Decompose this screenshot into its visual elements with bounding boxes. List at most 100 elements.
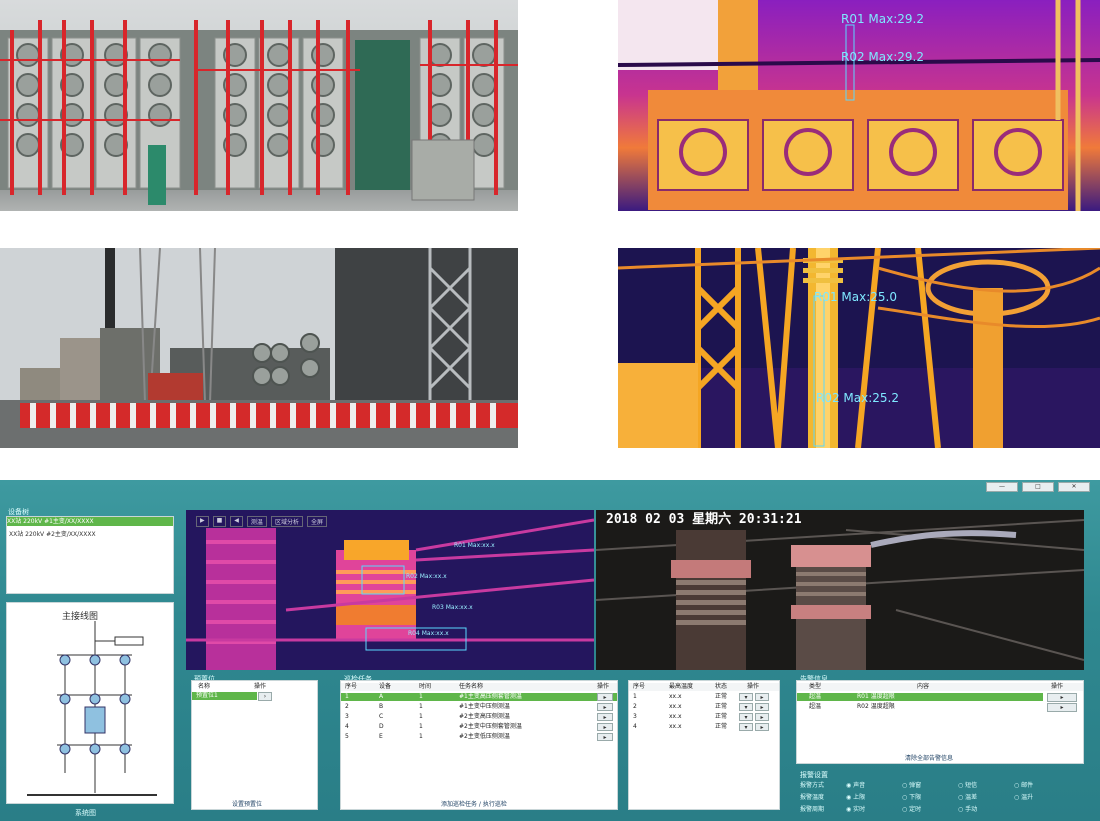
task-row[interactable]: 4 D 1 #2主变中压侧套管测温 ▸: [341, 723, 617, 731]
window-controls: — □ ✕: [986, 482, 1090, 492]
temp-cell-s: 正常: [715, 723, 728, 730]
preset-row-1[interactable]: 预置位1: [192, 692, 257, 700]
settings-radio-label: 弹窗: [909, 782, 922, 789]
settings-panel-title: 报警设置: [800, 771, 828, 779]
thermal-view-label-r04: R04 Max:xx.x: [408, 630, 449, 637]
settings-radio-option[interactable]: ○ 邮件: [1014, 780, 1033, 789]
temp-up-button[interactable]: ▸: [755, 703, 769, 711]
thermal-toolbar: ▶ ■ ◀ 测温 区域分析 全屏: [196, 516, 327, 527]
task-row[interactable]: 5 E 1 #2主变低压侧测温 ▸: [341, 733, 617, 741]
temp-up-button[interactable]: ▸: [755, 723, 769, 731]
task-run-button[interactable]: ▸: [597, 723, 613, 731]
alarm-confirm-button[interactable]: ▸: [1047, 693, 1077, 702]
alarm-panel: 类型 内容 操作 超温 R01 温度超限 ▸ 超温 R02 温度超限 ▸ 清除全部告警信息: [796, 680, 1084, 764]
settings-radio-option[interactable]: ○ 温升: [1014, 792, 1033, 801]
settings-radio-label: 手动: [965, 806, 978, 813]
temp-cell-n: 2: [633, 703, 637, 710]
settings-radio-option[interactable]: ○ 下限: [902, 792, 921, 801]
alarm-cell-text: R02 温度超限: [857, 703, 895, 710]
temp-up-button[interactable]: ▸: [755, 713, 769, 721]
temp-row[interactable]: 1 xx.x 正常 ▾ ▸: [629, 693, 779, 701]
stop-button[interactable]: ■: [212, 516, 227, 527]
settings-row-label: 报警方式: [800, 782, 825, 789]
alarm-confirm-button[interactable]: ▸: [1047, 703, 1077, 712]
alarm-footer[interactable]: 清除全部告警信息: [905, 753, 953, 762]
fullscreen-button[interactable]: 全屏: [306, 516, 327, 527]
task-run-button[interactable]: ▸: [597, 733, 613, 741]
thermal-label-r01-bushing: R01 Max:25.0: [814, 290, 897, 304]
thermal-video-frame: [186, 510, 594, 670]
preset-footer[interactable]: 设置预置位: [232, 799, 262, 808]
settings-radio-label: 实时: [853, 806, 866, 813]
settings-radio-option[interactable]: ○ 定时: [902, 804, 921, 813]
preset-panel: 名称 操作 预置位1 › 设置预置位: [191, 680, 318, 810]
task-run-button[interactable]: ▸: [597, 703, 613, 711]
thermal-image-transformer-graphic: [618, 0, 1100, 211]
back-button[interactable]: ◀: [230, 516, 243, 527]
close-button[interactable]: ✕: [1058, 482, 1090, 492]
alarm-header-content: 内容: [917, 683, 930, 690]
maximize-button[interactable]: □: [1022, 482, 1054, 492]
temp-down-button[interactable]: ▾: [739, 703, 753, 711]
alarm-row[interactable]: 超温 R01 温度超限: [797, 693, 1043, 701]
temp-row[interactable]: 4 xx.x 正常 ▾ ▸: [629, 723, 779, 731]
task-cell-dev: D: [379, 723, 384, 730]
settings-radio-option[interactable]: ◉ 声音: [846, 780, 865, 789]
settings-radio-label: 温差: [965, 794, 978, 801]
settings-radio-label: 邮件: [1021, 782, 1034, 789]
temp-cell-v: xx.x: [669, 713, 682, 720]
settings-radio-option[interactable]: ○ 温差: [958, 792, 977, 801]
photo-transformer-yard: [0, 0, 518, 211]
task-cell-n: 5: [345, 733, 349, 740]
play-button[interactable]: ▶: [196, 516, 209, 527]
temp-row[interactable]: 3 xx.x 正常 ▾ ▸: [629, 713, 779, 721]
temp-down-button[interactable]: ▾: [739, 693, 753, 701]
settings-radio-option[interactable]: ○ 弹窗: [902, 780, 921, 789]
settings-row-label: 报警周期: [800, 806, 825, 813]
single-line-diagram: [27, 621, 157, 796]
thermal-image-bushing-graphic: [618, 248, 1100, 448]
task-cell-dev: B: [379, 703, 384, 710]
settings-radio-label: 温升: [1021, 794, 1034, 801]
temp-cell-v: xx.x: [669, 693, 682, 700]
task-cell-t: 1: [419, 733, 423, 740]
task-footer[interactable]: 添加巡检任务 / 执行巡检: [441, 799, 507, 808]
temp-cell-v: xx.x: [669, 703, 682, 710]
temp-down-button[interactable]: ▾: [739, 713, 753, 721]
settings-radio-option[interactable]: ○ 手动: [958, 804, 977, 813]
task-row[interactable]: 2 B 1 #1主变中压侧测温 ▸: [341, 703, 617, 711]
task-row[interactable]: 3 C 1 #2主变高压侧测温 ▸: [341, 713, 617, 721]
alarm-header-type: 类型: [809, 683, 822, 690]
minimize-button[interactable]: —: [986, 482, 1018, 492]
task-cell-t: 1: [419, 723, 423, 730]
temp-cell-n: 4: [633, 723, 637, 730]
temp-up-button[interactable]: ▸: [755, 693, 769, 701]
settings-radio-option[interactable]: ◉ 上限: [846, 792, 865, 801]
task-cell-n: 3: [345, 713, 349, 720]
device-tree-item-1[interactable]: XX站 220kV #1主变/XX/XXXX: [7, 517, 173, 526]
wiring-diagram-panel: 主接线图: [6, 602, 174, 804]
region-analysis-button[interactable]: 区域分析: [270, 516, 303, 527]
temp-row[interactable]: 2 xx.x 正常 ▾ ▸: [629, 703, 779, 711]
alarm-row[interactable]: 超温 R02 温度超限: [797, 703, 1043, 711]
settings-row-label: 报警温度: [800, 794, 825, 801]
alarm-cell-type: 超温: [809, 703, 822, 710]
task-cell-n: 1: [345, 693, 349, 700]
preset-goto-button[interactable]: ›: [258, 692, 272, 701]
task-cell-t: 1: [419, 693, 423, 700]
temperature-panel: 序号 最高温度 状态 操作 1 xx.x 正常 ▾ ▸ 2 xx.x 正常 ▾ ▸ 3 xx.x 正常 ▾…: [628, 680, 780, 810]
settings-radio-option[interactable]: ○ 短信: [958, 780, 977, 789]
temp-cell-v: xx.x: [669, 723, 682, 730]
task-row[interactable]: 1 A 1 #1主变高压侧套管测温 ▸: [341, 693, 617, 701]
device-tree-item-2[interactable]: XX站 220kV #2主变/XX/XXXX: [9, 529, 96, 538]
temp-header-op: 操作: [747, 683, 760, 690]
settings-radio-option[interactable]: ◉ 实时: [846, 804, 865, 813]
temp-cell-s: 正常: [715, 693, 728, 700]
temp-down-button[interactable]: ▾: [739, 723, 753, 731]
thermal-view-label-r03: R03 Max:xx.x: [432, 604, 473, 611]
alarm-cell-text: R01 温度超限: [857, 693, 895, 700]
task-header-row: 序号 设备 时间 任务名称 操作: [341, 683, 617, 691]
task-run-button[interactable]: ▸: [597, 713, 613, 721]
measure-button[interactable]: 测温: [246, 516, 267, 527]
task-run-button[interactable]: ▸: [597, 693, 613, 701]
